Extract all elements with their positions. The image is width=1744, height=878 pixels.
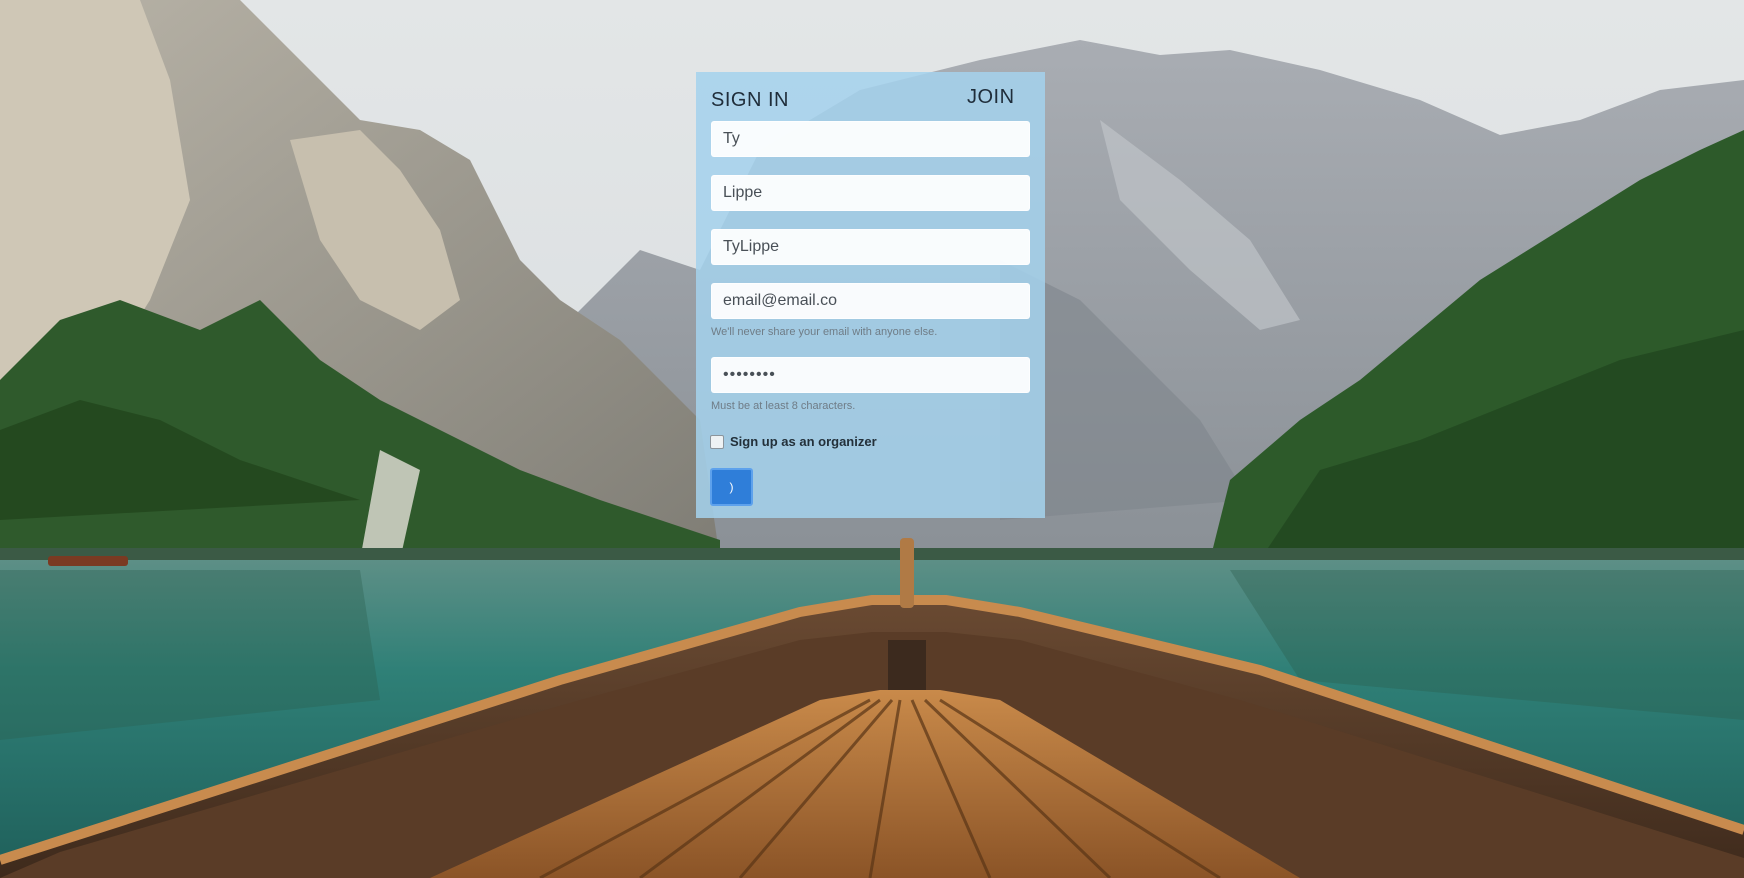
tab-sign-in[interactable]: SIGN IN [711, 89, 789, 112]
organizer-checkbox-label[interactable]: Sign up as an organizer [730, 434, 877, 449]
email-help-text: We'll never share your email with anyone… [711, 326, 938, 338]
password-help-text: Must be at least 8 characters. [711, 400, 856, 412]
first-name-field[interactable] [711, 121, 1030, 157]
submit-button-label: ) [729, 480, 734, 494]
tab-join[interactable]: JOIN [967, 86, 1015, 109]
password-field[interactable] [711, 357, 1030, 393]
email-field[interactable] [711, 283, 1030, 319]
username-field[interactable] [711, 229, 1030, 265]
auth-tabs: SIGN IN JOIN [696, 72, 1045, 122]
organizer-checkbox[interactable] [710, 435, 724, 449]
submit-button[interactable]: ) [710, 468, 753, 506]
signup-form-panel: SIGN IN JOIN We'll never share your emai… [696, 72, 1045, 518]
last-name-field[interactable] [711, 175, 1030, 211]
